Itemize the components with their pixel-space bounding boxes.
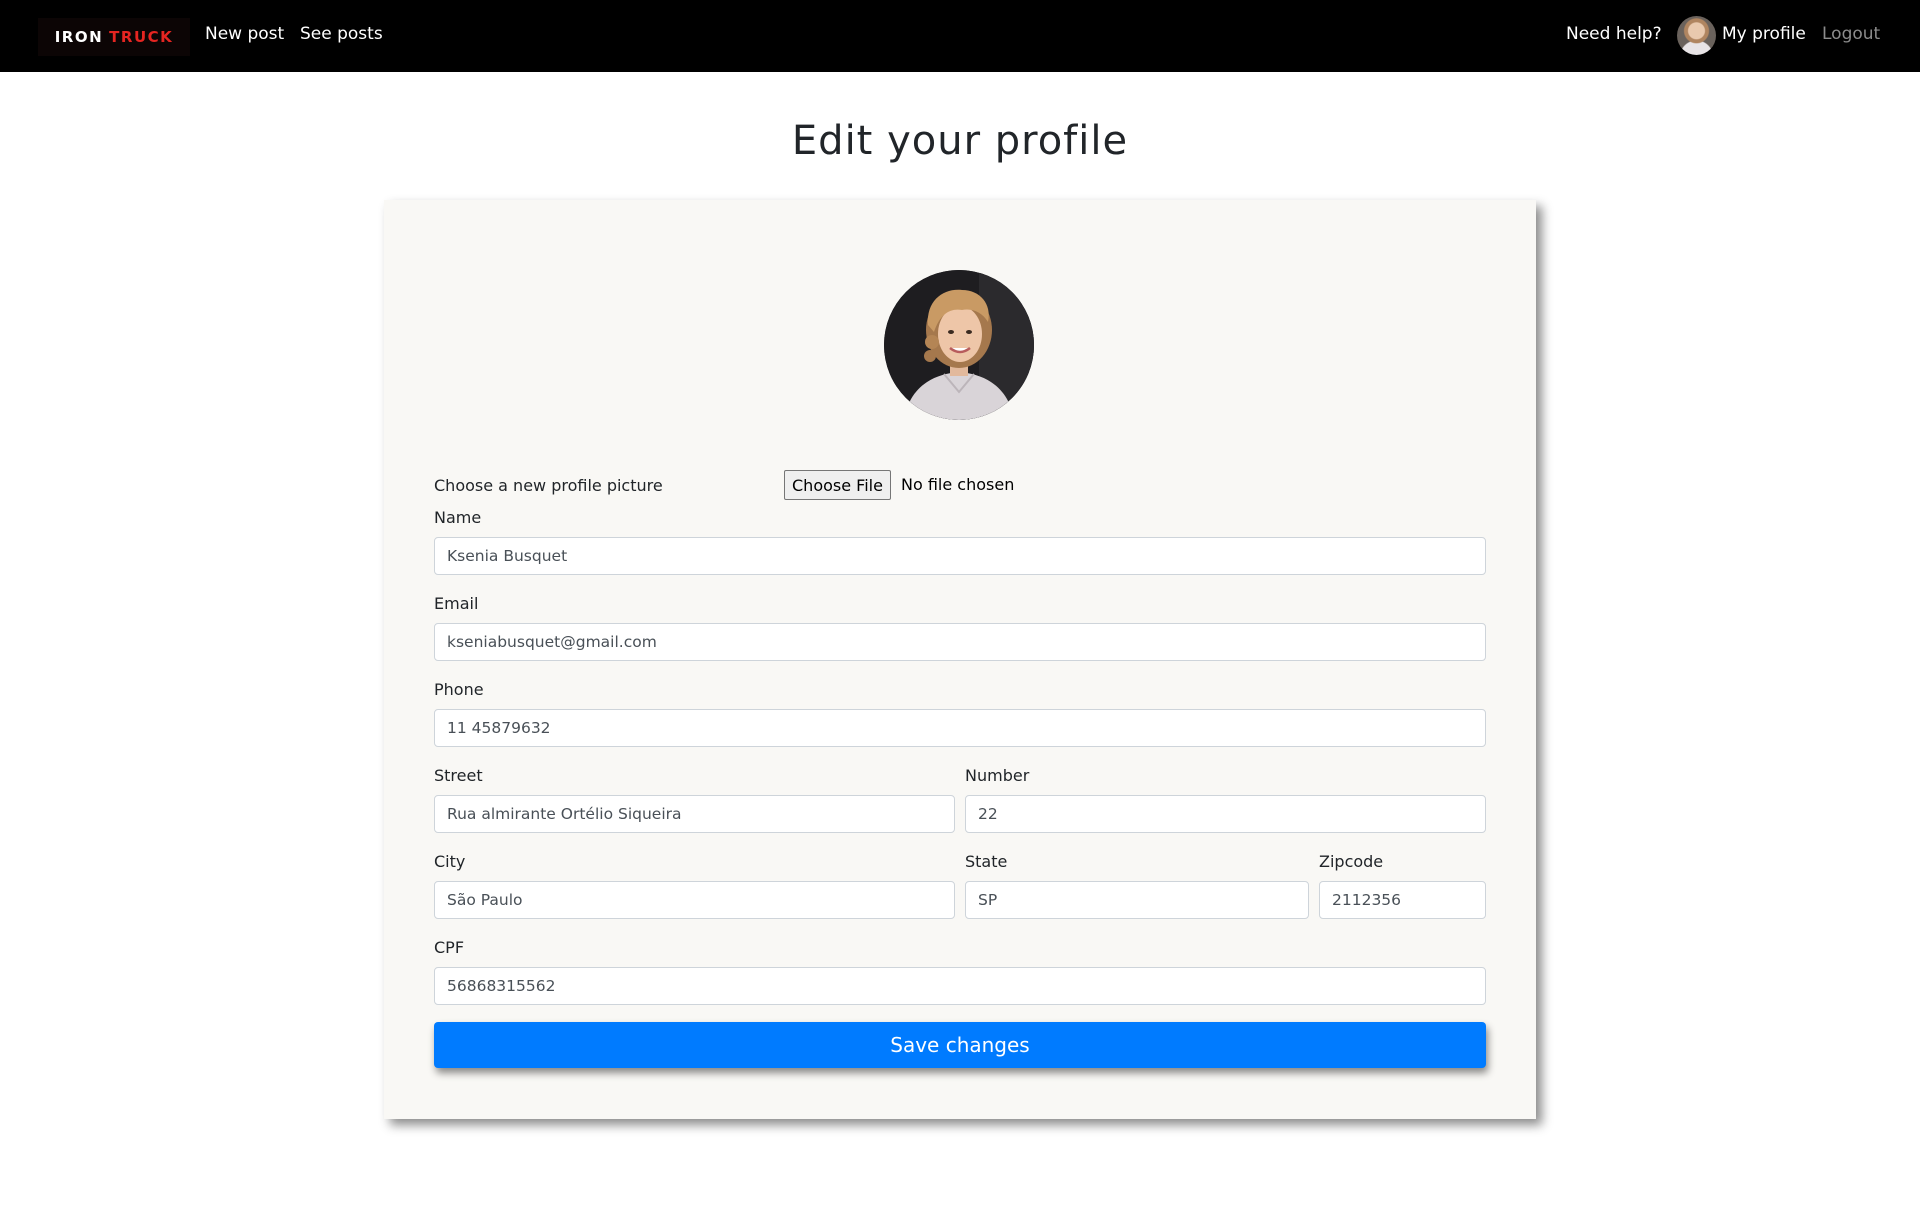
nav-logout-link[interactable]: Logout <box>1822 24 1880 44</box>
number-label: Number <box>965 766 1030 785</box>
nav-my-profile-link[interactable]: My profile <box>1722 24 1806 44</box>
zipcode-input[interactable] <box>1319 881 1486 919</box>
file-status-text: No file chosen <box>901 475 1015 494</box>
nav-see-posts-link[interactable]: See posts <box>300 24 383 44</box>
profile-photo-image <box>884 270 1034 420</box>
name-input[interactable] <box>434 537 1486 575</box>
cpf-input[interactable] <box>434 967 1486 1005</box>
profile-photo <box>884 270 1034 420</box>
street-input[interactable] <box>434 795 955 833</box>
city-label: City <box>434 852 466 871</box>
page-title: Edit your profile <box>791 118 1129 164</box>
street-label: Street <box>434 766 483 785</box>
name-label: Name <box>434 508 482 527</box>
profile-form-card: Choose a new profile picture Choose File… <box>384 200 1536 1119</box>
save-changes-button[interactable]: Save changes <box>434 1022 1486 1068</box>
choose-file-button[interactable]: Choose File <box>784 470 891 500</box>
state-label: State <box>965 852 1008 871</box>
profile-picture-label: Choose a new profile picture <box>434 476 663 495</box>
number-input[interactable] <box>965 795 1486 833</box>
brand-logo[interactable]: IRON TRUCK <box>38 18 190 56</box>
cpf-label: CPF <box>434 938 465 957</box>
brand-word-iron: IRON <box>54 28 104 46</box>
brand-word-truck: TRUCK <box>109 28 174 46</box>
phone-label: Phone <box>434 680 484 699</box>
city-input[interactable] <box>434 881 955 919</box>
nav-need-help-link[interactable]: Need help? <box>1566 24 1662 44</box>
zipcode-label: Zipcode <box>1319 852 1384 871</box>
state-input[interactable] <box>965 881 1309 919</box>
top-navbar: IRON TRUCK New post See posts Need help?… <box>0 0 1920 72</box>
nav-avatar-icon[interactable] <box>1677 16 1716 55</box>
email-input[interactable] <box>434 623 1486 661</box>
email-label: Email <box>434 594 479 613</box>
phone-input[interactable] <box>434 709 1486 747</box>
nav-new-post-link[interactable]: New post <box>205 24 284 44</box>
